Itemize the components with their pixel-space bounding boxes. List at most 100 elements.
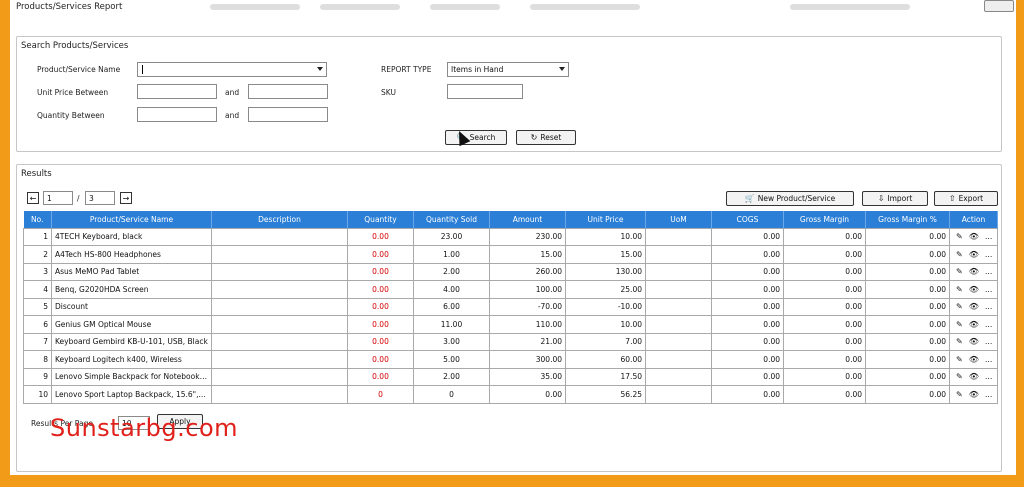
- row-number: 5: [23, 297, 52, 316]
- column-header[interactable]: Amount: [489, 211, 566, 228]
- table-row[interactable]: 8 Keyboard Logitech k400, Wireless 0.00 5.0…: [23, 350, 998, 369]
- action-cell: ✎ 👁 ✕: [949, 315, 998, 334]
- unit-price-cell: 15.00: [565, 245, 646, 264]
- pencil-icon[interactable]: ✎: [956, 320, 963, 329]
- product-name-cell: Lenovo Sport Laptop Backpack, 15.6",...: [51, 385, 212, 404]
- row-number: 2: [23, 245, 52, 264]
- gross-margin-cell: 0.00: [783, 350, 866, 369]
- column-header[interactable]: Product/Service Name: [51, 211, 212, 228]
- search-panel: Search Products/Services Product/Service…: [16, 36, 1002, 152]
- column-header[interactable]: Unit Price: [565, 211, 646, 228]
- view-icon[interactable]: 👁: [969, 232, 979, 241]
- uom-cell: [645, 332, 712, 351]
- view-icon[interactable]: 👁: [969, 285, 979, 294]
- product-name-cell: Discount: [51, 297, 212, 316]
- gross-margin-cell: 0.00: [783, 297, 866, 316]
- pencil-icon[interactable]: ✎: [956, 302, 963, 311]
- description-cell: [211, 315, 348, 334]
- row-number: 3: [23, 262, 52, 281]
- column-header[interactable]: UoM: [645, 211, 712, 228]
- column-header[interactable]: Gross Margin %: [865, 211, 950, 228]
- view-icon[interactable]: 👁: [969, 267, 979, 276]
- gross-margin-pct-cell: 0.00: [865, 297, 950, 316]
- uom-cell: [645, 227, 712, 246]
- column-header[interactable]: Gross Margin: [783, 211, 866, 228]
- title-bar: Products/Services Report: [10, 0, 1016, 16]
- quantity-cell: 0.00: [347, 280, 414, 299]
- report-window: Products/Services Report Search Products…: [10, 0, 1016, 475]
- view-icon[interactable]: 👁: [969, 250, 979, 259]
- view-icon[interactable]: 👁: [969, 320, 979, 329]
- table-header-row: No. Product/Service Name Description Quanti…: [23, 211, 998, 228]
- quantity-min-input[interactable]: [137, 107, 217, 122]
- unit-price-min-input[interactable]: [137, 84, 217, 99]
- column-header[interactable]: Action: [949, 211, 998, 228]
- gross-margin-cell: 0.00: [783, 280, 866, 299]
- pencil-icon[interactable]: ✎: [956, 232, 963, 241]
- cogs-cell: 0.00: [711, 332, 784, 351]
- view-icon[interactable]: 👁: [969, 302, 979, 311]
- table-row[interactable]: 10 Lenovo Sport Laptop Backpack, 15.6",..…: [23, 385, 998, 404]
- pencil-icon[interactable]: ✎: [956, 390, 963, 399]
- amount-cell: 230.00: [489, 227, 566, 246]
- current-page-input[interactable]: 1: [43, 191, 73, 205]
- view-icon[interactable]: 👁: [969, 337, 979, 346]
- amount-cell: 0.00: [489, 385, 566, 404]
- quantity-max-input[interactable]: [248, 107, 328, 122]
- quantity-sold-cell: 5.00: [413, 350, 490, 369]
- column-header[interactable]: No.: [23, 211, 52, 228]
- sku-input[interactable]: [447, 84, 523, 99]
- table-row[interactable]: 9 Lenovo Simple Backpack for Notebook ...…: [23, 367, 998, 386]
- row-number: 4: [23, 280, 52, 299]
- pencil-icon[interactable]: ✎: [956, 372, 963, 381]
- report-type-label: REPORT TYPE: [381, 65, 432, 74]
- table-row[interactable]: 3 Asus MeMO Pad Tablet 0.00 2.00 260.00 130.0…: [23, 262, 998, 281]
- pencil-icon[interactable]: ✎: [956, 355, 963, 364]
- chevron-down-icon: [317, 67, 323, 71]
- export-button[interactable]: ⇧ Export: [934, 191, 998, 206]
- pencil-icon[interactable]: ✎: [956, 285, 963, 294]
- gross-margin-pct-cell: 0.00: [865, 332, 950, 351]
- action-cell: ✎ 👁 ✕: [949, 350, 998, 369]
- window-close-button[interactable]: [984, 0, 1014, 12]
- report-type-select[interactable]: Items in Hand: [447, 62, 569, 77]
- quantity-sold-cell: 1.00: [413, 245, 490, 264]
- table-row[interactable]: 2 A4Tech HS-800 Headphones 0.00 1.00 15.00 15…: [23, 245, 998, 264]
- view-icon[interactable]: 👁: [969, 372, 979, 381]
- gross-margin-pct-cell: 0.00: [865, 367, 950, 386]
- reset-button[interactable]: ↻ Reset: [516, 130, 576, 145]
- table-row[interactable]: 6 Genius GM Optical Mouse 0.00 11.00 110.00 1…: [23, 315, 998, 334]
- unit-price-max-input[interactable]: [248, 84, 328, 99]
- uom-cell: [645, 297, 712, 316]
- gross-margin-cell: 0.00: [783, 315, 866, 334]
- amount-cell: 21.00: [489, 332, 566, 351]
- next-page-button[interactable]: →: [120, 192, 132, 204]
- column-header[interactable]: Quantity: [347, 211, 414, 228]
- view-icon[interactable]: 👁: [969, 355, 979, 364]
- import-button[interactable]: ⇩ Import: [862, 191, 928, 206]
- prev-page-button[interactable]: ←: [27, 192, 39, 204]
- table-row[interactable]: 7 Keyboard Gembird KB-U-101, USB, Black 0.…: [23, 332, 998, 351]
- column-header[interactable]: Quantity Sold: [413, 211, 490, 228]
- column-header[interactable]: COGS: [711, 211, 784, 228]
- product-name-select[interactable]: [137, 62, 327, 77]
- pencil-icon[interactable]: ✎: [956, 250, 963, 259]
- table-row[interactable]: 5 Discount 0.00 6.00 -70.00 -10.00 0.00 0.00 0.0…: [23, 297, 998, 316]
- quantity-cell: 0.00: [347, 227, 414, 246]
- blurred-toolbar-text: [320, 4, 400, 10]
- view-icon[interactable]: 👁: [969, 390, 979, 399]
- pencil-icon[interactable]: ✎: [956, 337, 963, 346]
- unit-price-cell: -10.00: [565, 297, 646, 316]
- column-header[interactable]: Description: [211, 211, 348, 228]
- table-row[interactable]: 1 4TECH Keyboard, black 0.00 23.00 230.00 10.…: [23, 227, 998, 246]
- pencil-icon[interactable]: ✎: [956, 267, 963, 276]
- unit-price-cell: 10.00: [565, 315, 646, 334]
- cogs-cell: 0.00: [711, 297, 784, 316]
- gross-margin-pct-cell: 0.00: [865, 280, 950, 299]
- refresh-icon: ↻: [530, 133, 538, 142]
- table-row[interactable]: 4 Benq, G2020HDA Screen 0.00 4.00 100.00 25.0…: [23, 280, 998, 299]
- new-product-button[interactable]: 🛒 New Product/Service: [726, 191, 854, 206]
- quantity-cell: 0.00: [347, 367, 414, 386]
- cogs-cell: 0.00: [711, 262, 784, 281]
- product-name-cell: Benq, G2020HDA Screen: [51, 280, 212, 299]
